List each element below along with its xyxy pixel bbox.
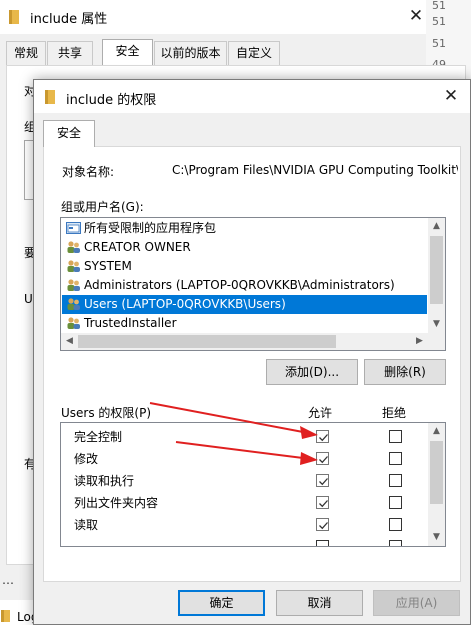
- folder-icon: [1, 609, 13, 625]
- permission-name: 列出文件夹内容: [74, 496, 159, 510]
- list-item-label: 所有受限制的应用程序包: [84, 221, 217, 235]
- folder-icon: [44, 89, 58, 108]
- permission-row: 完全控制: [61, 425, 427, 447]
- dialog-title: include 的权限: [66, 93, 157, 108]
- security-panel: 对象名称: C:\Program Files\NVIDIA GPU Comput…: [43, 146, 461, 582]
- permissions-dialog: include 的权限 ✕ 安全 对象名称: C:\Program Files\…: [33, 79, 471, 625]
- scroll-down-arrow-icon[interactable]: ▼: [428, 529, 445, 546]
- permissions-label: Users 的权限(P): [61, 406, 152, 420]
- allow-checkbox[interactable]: [316, 430, 329, 443]
- list-item[interactable]: SYSTEM: [62, 257, 427, 276]
- allow-checkbox[interactable]: [316, 518, 329, 531]
- dialog-titlebar: include 的权限 ✕: [34, 80, 470, 113]
- scrollbar-thumb[interactable]: [430, 441, 443, 504]
- clipped-text: …: [2, 573, 14, 587]
- permission-row: 列出文件夹内容: [61, 491, 427, 513]
- vertical-scrollbar[interactable]: ▲ ▼: [428, 423, 445, 546]
- list-item-label: SYSTEM: [84, 259, 132, 273]
- scroll-left-arrow-icon[interactable]: ◀: [61, 333, 78, 350]
- deny-checkbox[interactable]: [389, 452, 402, 465]
- scrollbar-corner: [428, 333, 445, 350]
- list-item-label: CREATOR OWNER: [84, 240, 191, 254]
- folder-icon: [8, 9, 22, 28]
- tab-security[interactable]: 安全: [43, 120, 95, 147]
- tab-general[interactable]: 常规: [6, 41, 46, 65]
- list-item[interactable]: 所有受限制的应用程序包: [62, 219, 427, 238]
- list-item-label: Users (LAPTOP-0QROVKKB\Users): [84, 297, 286, 311]
- deny-checkbox[interactable]: [389, 430, 402, 443]
- deny-checkbox[interactable]: [389, 474, 402, 487]
- group-user-list[interactable]: 所有受限制的应用程序包 CREATOR OWNER SYSTEM Adminis…: [60, 217, 446, 351]
- scrollbar-thumb[interactable]: [78, 335, 336, 348]
- add-button[interactable]: 添加(D)...: [266, 359, 358, 385]
- tab-previous-versions[interactable]: 以前的版本: [154, 41, 227, 65]
- allow-checkbox[interactable]: [316, 452, 329, 465]
- scroll-down-arrow-icon[interactable]: ▼: [428, 316, 445, 333]
- permission-name: 读取和执行: [74, 474, 135, 488]
- deny-checkbox[interactable]: [389, 540, 402, 546]
- allow-column-header: 允许: [308, 406, 333, 420]
- list-item-label: Administrators (LAPTOP-0QROVKKB\Administ…: [84, 278, 395, 292]
- scrollbar-thumb[interactable]: [430, 236, 443, 304]
- ok-button[interactable]: 确定: [178, 590, 265, 616]
- permission-row: 读取和执行: [61, 469, 427, 491]
- object-name-label: 对象名称:: [62, 165, 115, 179]
- group-list-label: 组或用户名(G):: [61, 200, 144, 214]
- cancel-button[interactable]: 取消: [276, 590, 363, 616]
- allow-checkbox[interactable]: [316, 540, 329, 546]
- list-item-selected[interactable]: Users (LAPTOP-0QROVKKB\Users): [62, 295, 427, 314]
- apply-button[interactable]: 应用(A): [373, 590, 460, 616]
- scroll-up-arrow-icon[interactable]: ▲: [428, 218, 445, 235]
- properties-titlebar: include 属性 ✕: [0, 0, 471, 34]
- list-item[interactable]: TrustedInstaller: [62, 314, 427, 333]
- deny-column-header: 拒绝: [382, 406, 407, 420]
- properties-title: include 属性: [30, 12, 108, 27]
- background-number: 51: [432, 37, 446, 50]
- remove-button[interactable]: 删除(R): [364, 359, 446, 385]
- tab-security[interactable]: 安全: [102, 39, 153, 66]
- vertical-scrollbar[interactable]: ▲ ▼: [428, 218, 445, 333]
- permission-row: 修改: [61, 447, 427, 469]
- deny-checkbox[interactable]: [389, 496, 402, 509]
- tab-customize[interactable]: 自定义: [228, 41, 280, 65]
- permission-row-partial: [61, 535, 427, 546]
- permission-row: 读取: [61, 513, 427, 535]
- permission-name: 修改: [74, 452, 99, 466]
- scroll-right-arrow-icon[interactable]: ▶: [411, 333, 428, 350]
- clipped-label: U: [24, 292, 33, 306]
- allow-checkbox[interactable]: [316, 496, 329, 509]
- background-number: 51: [432, 0, 446, 12]
- permission-name: 读取: [74, 518, 99, 532]
- permissions-list[interactable]: 完全控制 修改 读取和执行 列出文件夹内容 读取 ▲ ▼: [60, 422, 446, 547]
- list-item[interactable]: Administrators (LAPTOP-0QROVKKB\Administ…: [62, 276, 427, 295]
- object-name-value: C:\Program Files\NVIDIA GPU Computing To…: [172, 163, 458, 177]
- deny-checkbox[interactable]: [389, 518, 402, 531]
- dialog-close-button[interactable]: ✕: [437, 84, 465, 108]
- list-item-label: TrustedInstaller: [84, 316, 177, 330]
- background-number: 51: [432, 15, 446, 28]
- horizontal-scrollbar[interactable]: ◀ ▶: [61, 333, 428, 350]
- scroll-up-arrow-icon[interactable]: ▲: [428, 423, 445, 440]
- allow-checkbox[interactable]: [316, 474, 329, 487]
- list-item[interactable]: CREATOR OWNER: [62, 238, 427, 257]
- permission-name: 完全控制: [74, 430, 123, 444]
- tab-sharing[interactable]: 共享: [47, 41, 93, 65]
